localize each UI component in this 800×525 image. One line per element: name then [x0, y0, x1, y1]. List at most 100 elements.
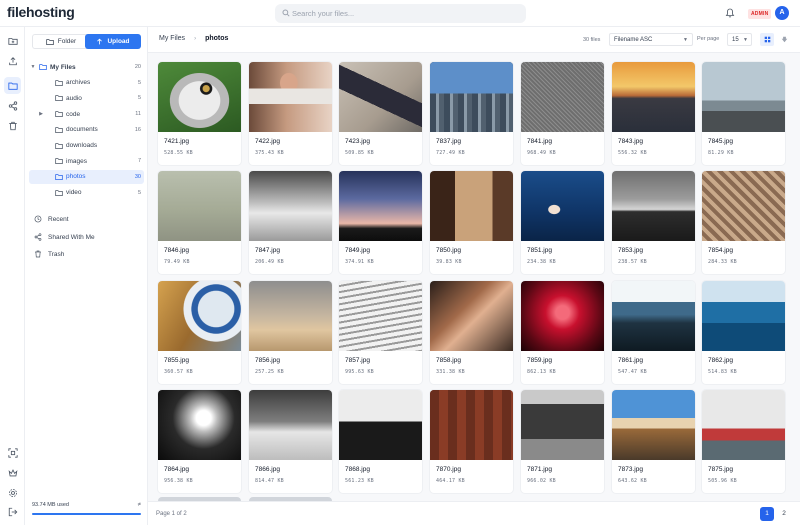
file-thumbnail[interactable] [249, 390, 332, 460]
file-thumbnail[interactable] [339, 62, 422, 132]
storage-bar [32, 513, 141, 515]
storage-toggle-icon[interactable]: ≠ [138, 502, 141, 508]
file-card[interactable]: 7843.jpg 556.32 KB [612, 62, 695, 165]
file-card[interactable]: 7422.jpg 375.43 KB [249, 62, 332, 165]
file-card[interactable]: 7866.jpg 814.47 KB [249, 390, 332, 493]
file-size: 956.38 KB [164, 478, 193, 484]
file-card[interactable]: 7857.jpg 995.63 KB [339, 281, 422, 384]
file-card[interactable]: 7870.jpg 464.17 KB [430, 390, 513, 493]
file-card[interactable]: 7855.jpg 360.57 KB [158, 281, 241, 384]
file-card[interactable]: 7849.jpg 374.91 KB [339, 171, 422, 274]
file-card[interactable]: 7423.jpg 509.85 KB [339, 62, 422, 165]
folder-item-archives[interactable]: archives 5 [29, 76, 144, 90]
folder-item-my-files[interactable]: ▼ My Files 20 [29, 60, 144, 74]
file-card[interactable]: 7871.jpg 966.02 KB [521, 390, 604, 493]
file-card[interactable]: 7858.jpg 331.38 KB [430, 281, 513, 384]
rail-my-files-button[interactable] [4, 77, 21, 94]
file-card[interactable]: 7856.jpg 257.25 KB [249, 281, 332, 384]
per-page-select[interactable]: 15 ▼ [727, 33, 752, 46]
rail-folder-button[interactable] [4, 32, 21, 49]
file-size: 375.43 KB [255, 150, 284, 156]
chevron-down-icon[interactable]: ▼ [30, 64, 36, 70]
search-input[interactable] [292, 6, 518, 21]
file-thumbnail[interactable] [702, 171, 785, 241]
file-thumbnail[interactable] [430, 390, 513, 460]
folder-icon [55, 158, 63, 165]
file-thumbnail[interactable] [158, 171, 241, 241]
file-thumbnail[interactable] [158, 281, 241, 351]
file-card[interactable]: 7868.jpg 561.23 KB [339, 390, 422, 493]
file-thumbnail[interactable] [521, 171, 604, 241]
app-logo[interactable]: filehosting [7, 4, 75, 20]
file-thumbnail[interactable] [430, 62, 513, 132]
nav-trash[interactable]: Trash [34, 248, 64, 260]
folder-item-audio[interactable]: audio 5 [29, 91, 144, 105]
rail-trash-button[interactable] [4, 117, 21, 134]
folder-item-code[interactable]: ▶ code 11 [29, 107, 144, 121]
file-thumbnail[interactable] [339, 171, 422, 241]
file-card[interactable]: 7861.jpg 547.47 KB [612, 281, 695, 384]
file-card[interactable]: 7853.jpg 238.57 KB [612, 171, 695, 274]
file-card[interactable]: 7873.jpg 643.62 KB [612, 390, 695, 493]
file-thumbnail[interactable] [249, 171, 332, 241]
file-card[interactable]: 7846.jpg 79.49 KB [158, 171, 241, 274]
nav-recent[interactable]: Recent [34, 213, 69, 225]
file-thumbnail[interactable] [249, 62, 332, 132]
file-thumbnail[interactable] [702, 390, 785, 460]
file-card[interactable]: 7859.jpg 862.13 KB [521, 281, 604, 384]
file-thumbnail[interactable] [430, 171, 513, 241]
file-thumbnail[interactable] [612, 390, 695, 460]
sort-select[interactable]: Filename ASC ▼ [609, 33, 693, 46]
file-thumbnail[interactable] [521, 390, 604, 460]
page-1-button[interactable]: 1 [760, 507, 774, 521]
folder-item-images[interactable]: images 7 [29, 154, 144, 168]
bell-icon[interactable] [725, 8, 735, 18]
upload-button[interactable]: Upload [85, 34, 141, 49]
storage-meter: 93.74 MB used ≠ [32, 502, 141, 515]
file-thumbnail[interactable] [339, 390, 422, 460]
new-folder-button[interactable]: Folder [32, 34, 90, 49]
rail-shared-button[interactable] [4, 97, 21, 114]
file-card[interactable]: 7851.jpg 234.38 KB [521, 171, 604, 274]
file-card[interactable]: 7847.jpg 206.49 KB [249, 171, 332, 274]
breadcrumb-root[interactable]: My Files [159, 35, 185, 42]
sort-value: Filename ASC [614, 37, 653, 43]
file-card[interactable]: 7864.jpg 956.38 KB [158, 390, 241, 493]
file-thumbnail[interactable] [521, 62, 604, 132]
folder-item-downloads[interactable]: downloads [29, 139, 144, 153]
file-thumbnail[interactable] [158, 62, 241, 132]
rail-upload-button[interactable] [4, 52, 21, 69]
folder-item-video[interactable]: video 5 [29, 186, 144, 200]
file-card[interactable]: 7845.jpg 81.29 KB [702, 62, 785, 165]
file-thumbnail[interactable] [158, 390, 241, 460]
rail-admin-button[interactable] [4, 464, 21, 481]
file-thumbnail[interactable] [702, 62, 785, 132]
rail-logout-button[interactable] [4, 503, 21, 520]
chevron-right-icon[interactable]: ▶ [38, 111, 44, 117]
page-2-button[interactable]: 2 [777, 507, 791, 521]
folder-item-photos[interactable]: photos 30 [29, 169, 144, 184]
file-thumbnail[interactable] [612, 281, 695, 351]
file-thumbnail[interactable] [521, 281, 604, 351]
rail-scan-button[interactable] [4, 444, 21, 461]
folder-item-documents[interactable]: documents 16 [29, 123, 144, 137]
file-thumbnail[interactable] [249, 281, 332, 351]
file-card[interactable]: 7421.jpg 528.55 KB [158, 62, 241, 165]
file-thumbnail[interactable] [612, 62, 695, 132]
file-card[interactable]: 7854.jpg 284.33 KB [702, 171, 785, 274]
search-box[interactable] [275, 4, 526, 23]
file-card[interactable]: 7850.jpg 39.83 KB [430, 171, 513, 274]
list-view-button[interactable] [777, 33, 791, 46]
file-card[interactable]: 7862.jpg 514.83 KB [702, 281, 785, 384]
file-card[interactable]: 7837.jpg 727.49 KB [430, 62, 513, 165]
file-card[interactable]: 7841.jpg 968.49 KB [521, 62, 604, 165]
file-card[interactable]: 7875.jpg 505.96 KB [702, 390, 785, 493]
nav-shared-with-me[interactable]: Shared With Me [34, 231, 95, 243]
file-thumbnail[interactable] [430, 281, 513, 351]
file-thumbnail[interactable] [612, 171, 695, 241]
file-thumbnail[interactable] [702, 281, 785, 351]
rail-settings-button[interactable] [4, 484, 21, 501]
grid-view-button[interactable] [760, 33, 774, 46]
avatar[interactable]: A [775, 6, 789, 20]
file-thumbnail[interactable] [339, 281, 422, 351]
